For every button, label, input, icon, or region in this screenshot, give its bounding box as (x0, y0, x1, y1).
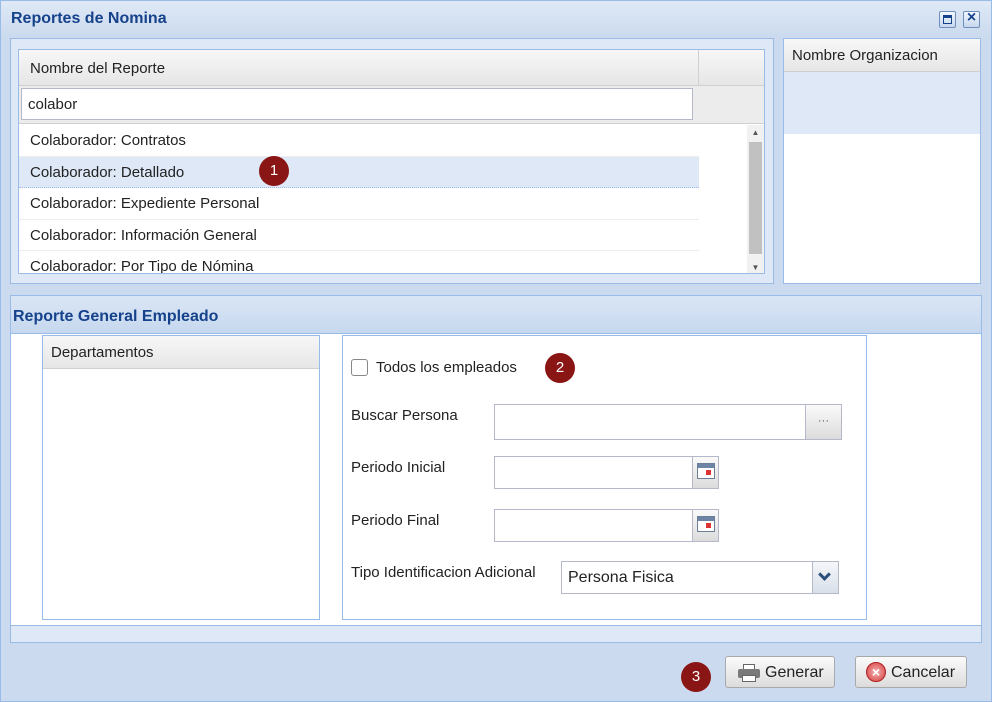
filter-row (19, 86, 764, 124)
report-grid-header: Nombre del Reporte (19, 50, 764, 86)
id-type-selected-value: Persona Fisica (568, 569, 674, 586)
scroll-up-icon[interactable]: ▲ (747, 125, 764, 140)
column-header-nombre-reporte[interactable]: Nombre del Reporte (19, 50, 699, 86)
window-title: Reportes de Nomina (11, 10, 167, 27)
report-row[interactable]: Colaborador: Información General (19, 219, 699, 251)
report-row[interactable]: Colaborador: Detallado (19, 156, 699, 188)
search-person-browse-button[interactable]: ··· (805, 404, 842, 440)
report-row[interactable]: Colaborador: Contratos (19, 125, 699, 157)
report-row[interactable]: Colaborador: Expediente Personal (19, 188, 699, 220)
calendar-icon (697, 463, 715, 479)
maximize-icon (943, 15, 952, 24)
column-header-nombre-organizacion[interactable]: Nombre Organizacion (784, 39, 980, 72)
ellipsis-icon: ··· (818, 415, 829, 427)
report-row-label: Colaborador: Información General (30, 226, 257, 244)
id-type-select[interactable]: Persona Fisica (561, 561, 839, 594)
title-bar[interactable]: Reportes de Nomina × (1, 1, 991, 37)
period-end-label: Periodo Final (351, 512, 440, 529)
period-start-label: Periodo Inicial (351, 459, 446, 476)
all-employees-checkbox[interactable] (351, 359, 368, 376)
report-parameters-header: Reporte General Empleado (11, 296, 981, 334)
close-button[interactable]: × (963, 9, 980, 28)
step-badge-1: 1 (259, 156, 289, 186)
step-badge-3: 3 (681, 662, 711, 692)
column-header-departamentos[interactable]: Departamentos (43, 336, 319, 369)
printer-icon (738, 664, 760, 682)
calendar-icon (697, 516, 715, 532)
search-person-label: Buscar Persona (351, 407, 458, 424)
report-filter-input[interactable] (21, 88, 693, 120)
period-start-input[interactable] (494, 456, 694, 489)
chevron-down-icon (818, 568, 831, 581)
maximize-button[interactable] (939, 11, 956, 28)
cancel-icon: × (866, 662, 886, 682)
all-employees-label[interactable]: Todos los empleados (376, 359, 517, 376)
report-row[interactable]: Colaborador: Por Tipo de Nómina (19, 251, 699, 274)
organization-selection-area[interactable] (784, 72, 980, 134)
generate-button-label: Generar (765, 664, 824, 681)
period-end-input[interactable] (494, 509, 694, 542)
organization-panel: Nombre Organizacion (783, 38, 981, 284)
column-header-spacer (699, 50, 764, 86)
period-end-calendar-button[interactable] (692, 509, 719, 542)
grid-scrollbar[interactable]: ▲ ▼ (747, 125, 764, 273)
cancel-button[interactable]: × Cancelar (855, 656, 967, 688)
close-icon: × (966, 9, 977, 26)
departments-panel: Departamentos (42, 335, 320, 620)
report-row-label: Colaborador: Expediente Personal (30, 195, 260, 212)
step-badge-2: 2 (545, 353, 575, 383)
report-panel-footer (10, 626, 982, 643)
report-parameters-title: Reporte General Empleado (13, 308, 219, 325)
id-type-dropdown-button[interactable] (812, 562, 838, 593)
cancel-button-label: Cancelar (891, 664, 956, 681)
period-start-calendar-button[interactable] (692, 456, 719, 489)
report-row-label: Colaborador: Por Tipo de Nómina (30, 258, 254, 274)
search-person-input[interactable] (494, 404, 806, 440)
id-type-label: Tipo Identificacion Adicional (351, 564, 536, 581)
scroll-down-icon[interactable]: ▼ (747, 260, 764, 273)
generate-button[interactable]: Generar (725, 656, 835, 688)
report-grid: Nombre del Reporte Colaborador: Contrato… (18, 49, 765, 274)
report-row-label: Colaborador: Detallado (30, 163, 185, 181)
scroll-thumb[interactable] (749, 142, 762, 254)
report-rows: Colaborador: Contratos Colaborador: Detal… (19, 125, 699, 274)
report-row-label: Colaborador: Contratos (30, 132, 186, 149)
